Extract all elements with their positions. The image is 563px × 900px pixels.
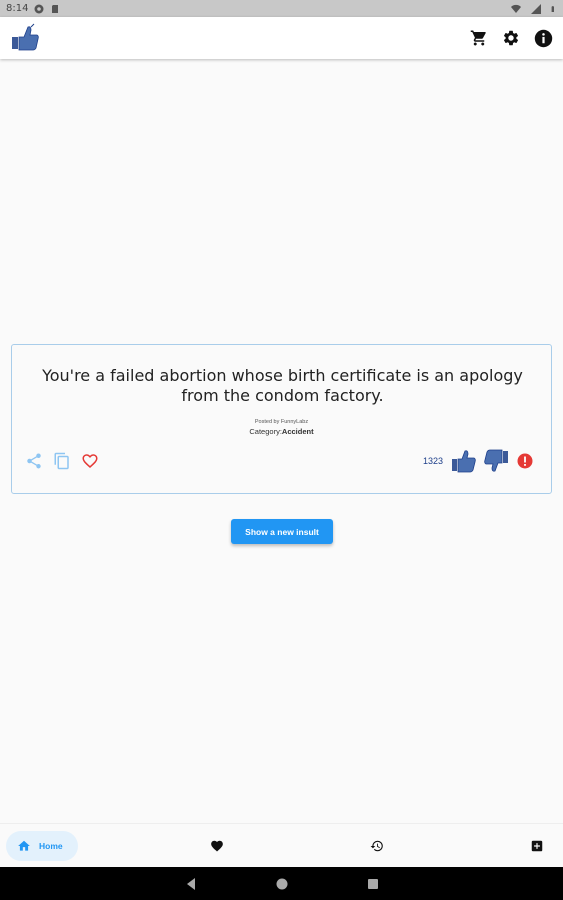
status-time: 8:14 bbox=[6, 3, 29, 14]
bottom-nav: Home bbox=[0, 823, 563, 867]
nav-item-history[interactable] bbox=[369, 838, 385, 854]
sd-card-icon bbox=[52, 4, 59, 13]
thumbs-down-button[interactable] bbox=[483, 449, 509, 473]
report-button[interactable] bbox=[515, 451, 535, 471]
heart-outline-icon bbox=[82, 454, 98, 469]
thumbs-up-logo bbox=[12, 23, 39, 51]
history-icon bbox=[370, 840, 383, 852]
thumbs-up-icon bbox=[452, 450, 476, 473]
nav-item-favorites[interactable] bbox=[209, 838, 225, 854]
cart-icon bbox=[470, 30, 486, 46]
status-bar: 8:14 bbox=[0, 0, 563, 17]
category-value: Accident bbox=[281, 427, 314, 436]
category-line: Category:Accident bbox=[12, 427, 551, 436]
share-button[interactable] bbox=[24, 451, 44, 471]
info-icon bbox=[534, 29, 552, 47]
home-circle-icon[interactable] bbox=[275, 877, 289, 891]
card-actions-left bbox=[24, 451, 100, 471]
settings-status-icon bbox=[34, 4, 44, 13]
thumbs-down-icon bbox=[484, 449, 508, 472]
info-button[interactable] bbox=[533, 28, 553, 48]
settings-button[interactable] bbox=[501, 28, 521, 48]
signal-icon bbox=[531, 3, 541, 14]
battery-icon bbox=[551, 5, 554, 12]
report-icon bbox=[517, 453, 533, 469]
insult-card: You're a failed abortion whose birth cer… bbox=[11, 344, 552, 494]
settings-icon bbox=[503, 30, 519, 46]
show-new-insult-button[interactable]: Show a new insult bbox=[231, 519, 333, 544]
nav-item-home[interactable]: Home bbox=[6, 831, 78, 861]
nav-home-label: Home bbox=[39, 841, 63, 851]
back-icon[interactable] bbox=[184, 877, 198, 891]
card-actions-right: 1323 bbox=[423, 449, 535, 473]
posted-by: Posted by FunnyLabz bbox=[254, 419, 309, 425]
home-icon bbox=[18, 840, 30, 851]
app-bar bbox=[0, 17, 563, 59]
system-nav-bar bbox=[0, 867, 563, 900]
vote-count: 1323 bbox=[422, 456, 443, 466]
heart-icon bbox=[211, 840, 223, 852]
category-label: Category: bbox=[249, 427, 282, 436]
copy-button[interactable] bbox=[52, 451, 72, 471]
recents-icon[interactable] bbox=[366, 877, 380, 891]
insult-text: You're a failed abortion whose birth cer… bbox=[42, 366, 523, 405]
favorite-button[interactable] bbox=[80, 451, 100, 471]
wifi-icon bbox=[511, 4, 521, 13]
cart-button[interactable] bbox=[469, 28, 489, 48]
copy-icon bbox=[54, 452, 69, 470]
share-icon bbox=[27, 453, 41, 469]
nav-item-add[interactable] bbox=[529, 838, 545, 854]
thumbs-up-button[interactable] bbox=[451, 449, 477, 473]
add-box-icon bbox=[531, 840, 543, 852]
